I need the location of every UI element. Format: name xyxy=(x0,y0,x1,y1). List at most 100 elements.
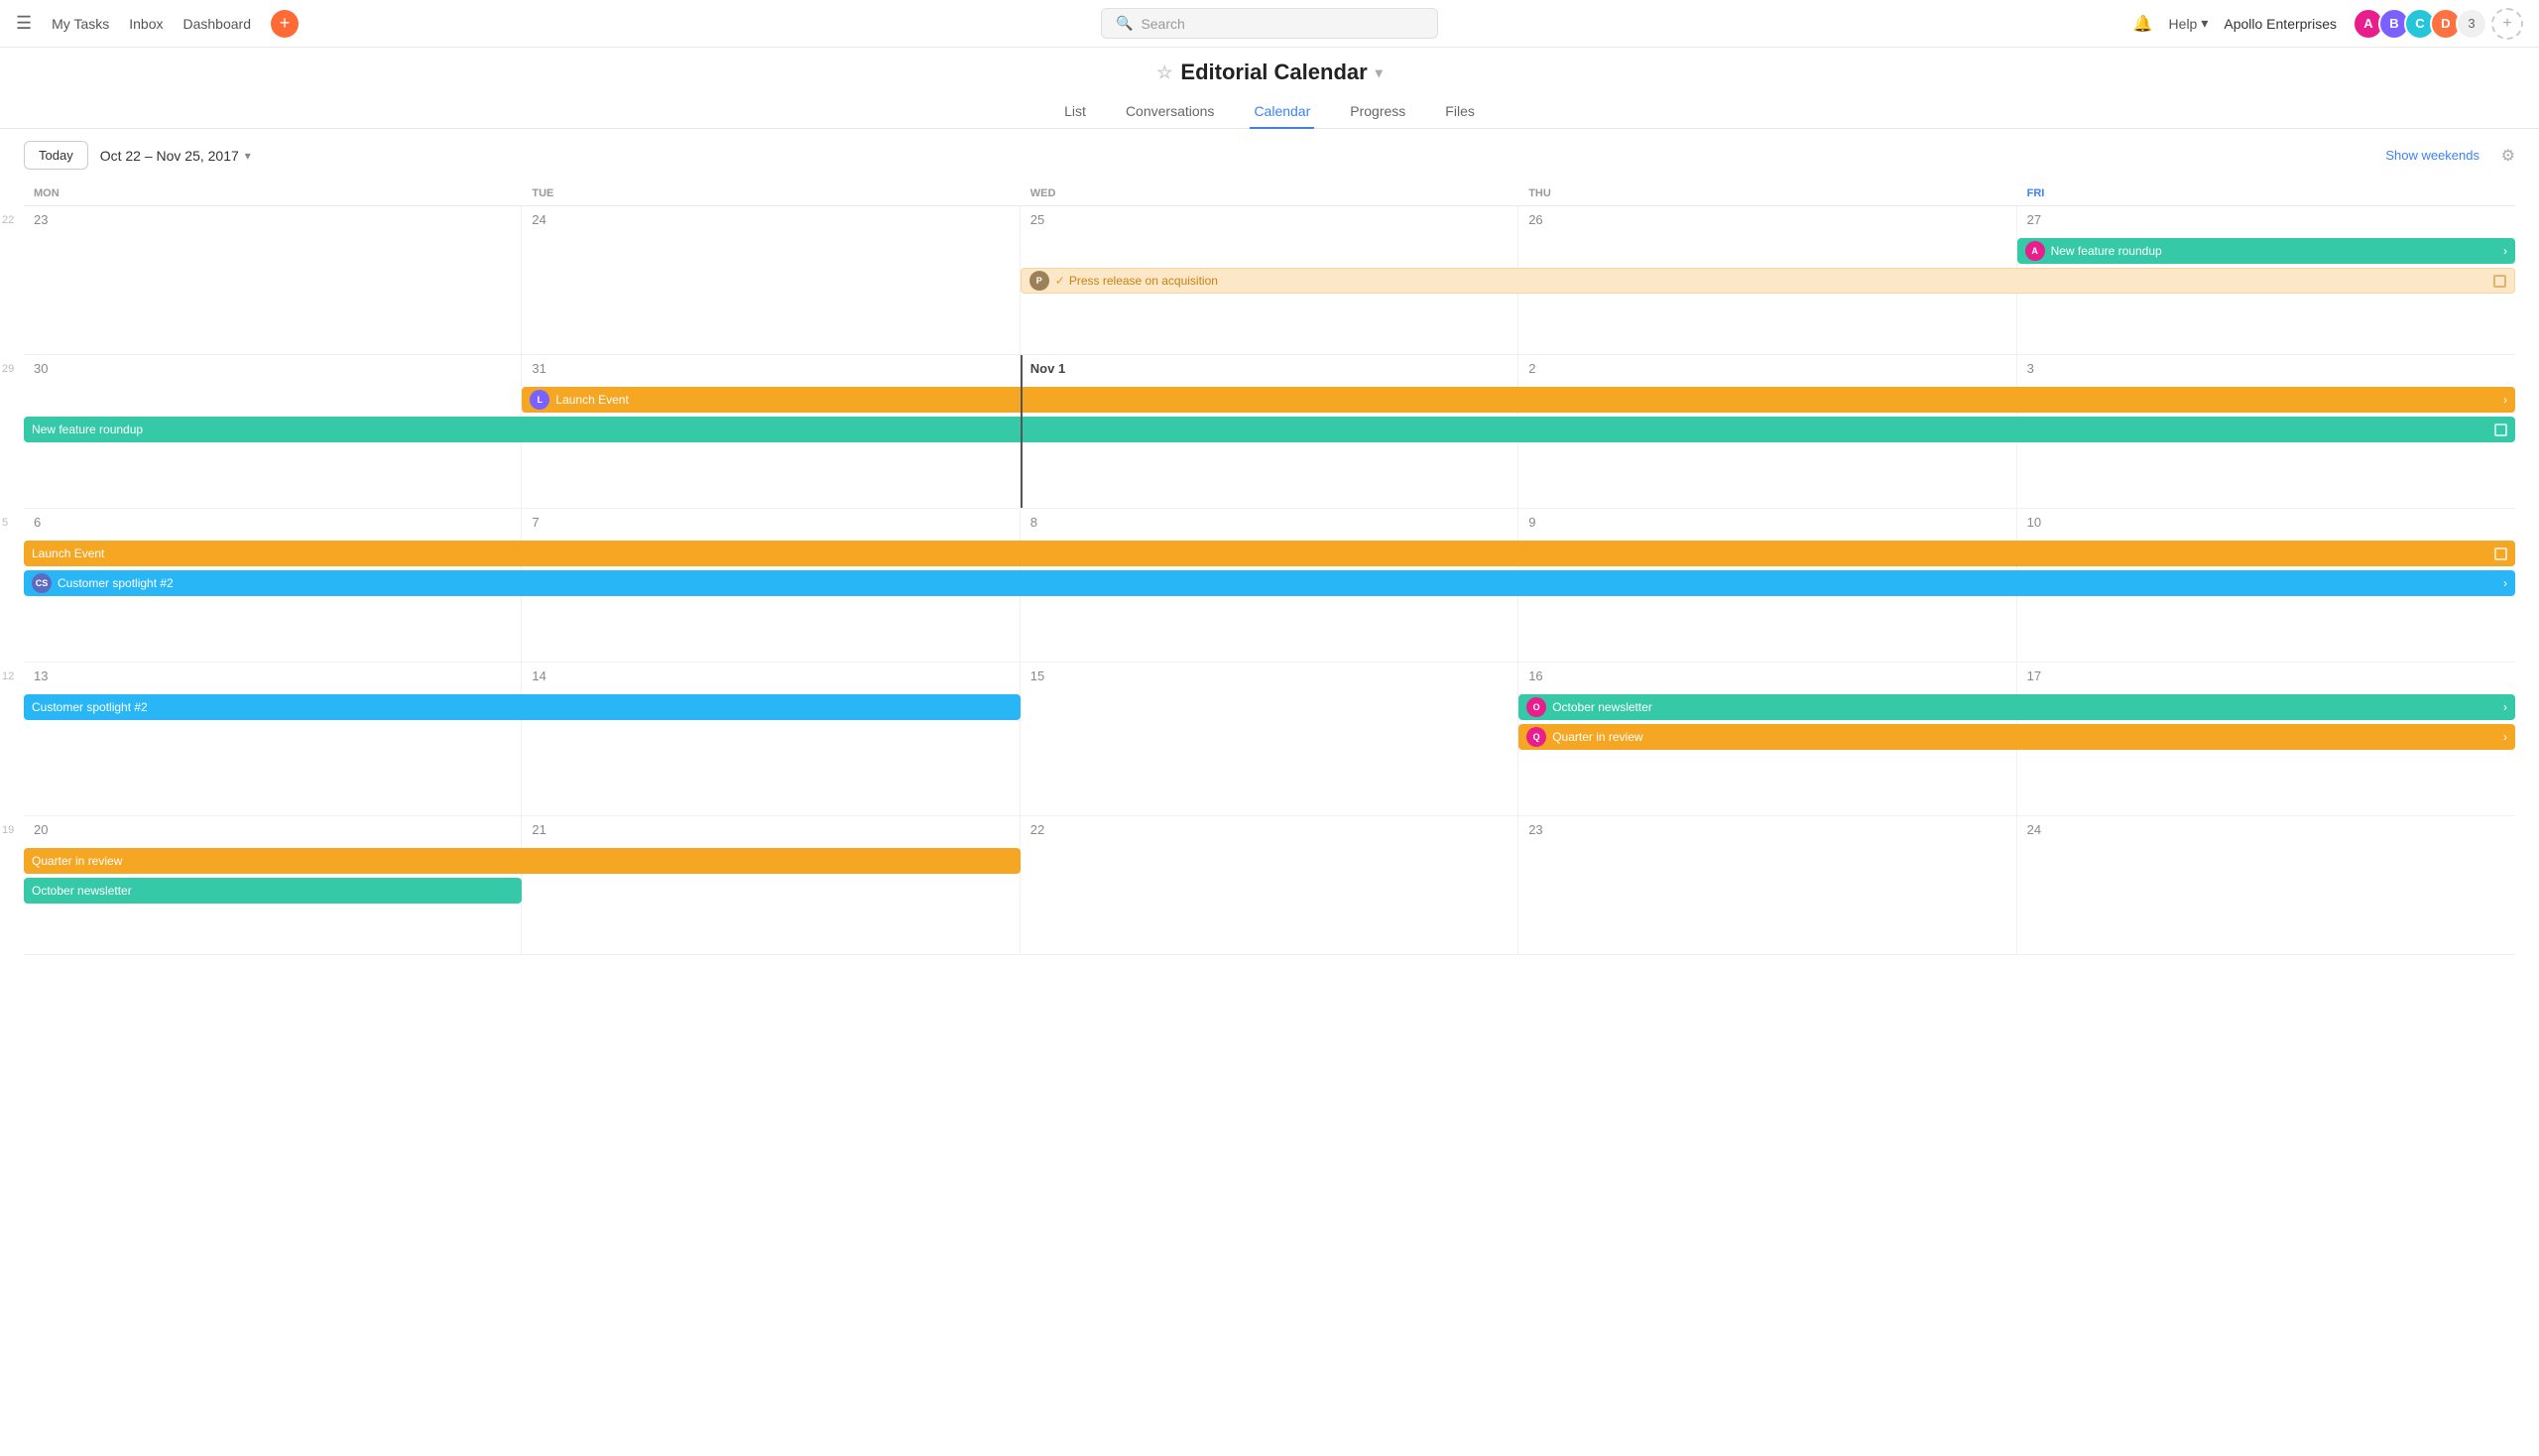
press-release-square-w1 xyxy=(2493,275,2506,288)
tab-list[interactable]: List xyxy=(1060,95,1090,129)
new-feature-roundup-w2[interactable]: New feature roundup xyxy=(24,417,2515,442)
launch-event-w2[interactable]: L Launch Event › xyxy=(522,387,2515,413)
customer-spotlight-avatar-w3: CS xyxy=(32,573,52,593)
project-title-row: ☆ Editorial Calendar ▾ xyxy=(0,60,2539,85)
star-icon[interactable]: ☆ xyxy=(1156,62,1172,83)
week-num-22: 22 xyxy=(2,214,14,226)
october-newsletter-avatar-w4: O xyxy=(1526,697,1546,717)
customer-spotlight-arrow-w3: › xyxy=(2499,576,2507,590)
date-nov1: Nov 1 xyxy=(1025,359,1513,380)
new-feature-square-w2 xyxy=(2494,424,2507,436)
date-10: 10 xyxy=(2021,513,2511,534)
tab-files[interactable]: Files xyxy=(1441,95,1479,129)
week-row-5: 19 20 21 22 23 24 Quarter in review Octo… xyxy=(24,816,2515,955)
new-feature-avatar-w1: A xyxy=(2025,241,2045,261)
date-22-nov: 22 xyxy=(1025,820,1513,841)
launch-event-arrow-w2: › xyxy=(2499,393,2507,407)
new-feature-arrow-w1: › xyxy=(2499,244,2507,258)
nav-left: ☰ My Tasks Inbox Dashboard + xyxy=(16,10,299,38)
header-thu: THU xyxy=(1518,182,2016,205)
my-tasks-link[interactable]: My Tasks xyxy=(52,16,109,32)
customer-spotlight-w4[interactable]: Customer spotlight #2 xyxy=(24,694,1021,720)
press-release-avatar-w1: P xyxy=(1029,271,1049,291)
date-27: 27 xyxy=(2021,210,2511,231)
today-line xyxy=(1021,355,1023,508)
date-7: 7 xyxy=(526,513,1015,534)
customer-spotlight-w3[interactable]: CS Customer spotlight #2 › xyxy=(24,570,2515,596)
date-17: 17 xyxy=(2021,667,2511,687)
date-24: 24 xyxy=(526,210,1015,231)
title-dropdown-icon[interactable]: ▾ xyxy=(1376,64,1383,81)
calendar-container: MON TUE WED THU FRI 22 23 24 25 26 27 xyxy=(0,182,2539,955)
day-22-nov: 22 xyxy=(1021,816,1518,955)
day-21: 21 xyxy=(522,816,1020,955)
launch-event-square-w3 xyxy=(2494,547,2507,560)
week-num-5: 5 xyxy=(2,517,8,529)
avatar-overflow-count[interactable]: 3 xyxy=(2456,8,2487,40)
date-23-nov: 23 xyxy=(1522,820,2011,841)
october-newsletter-w5[interactable]: October newsletter xyxy=(24,878,522,904)
week-row-1: 22 23 24 25 26 27 A New feature roundup … xyxy=(24,206,2515,355)
header-wed: WED xyxy=(1021,182,1518,205)
tab-progress[interactable]: Progress xyxy=(1346,95,1409,129)
customer-spotlight-label-w3: Customer spotlight #2 xyxy=(58,576,174,590)
press-release-w1[interactable]: P ✓ Press release on acquisition xyxy=(1021,268,2515,294)
check-icon-w1: ✓ xyxy=(1055,274,1065,288)
october-newsletter-label-w5: October newsletter xyxy=(32,884,132,898)
october-newsletter-w4[interactable]: O October newsletter › xyxy=(1518,694,2515,720)
date-range-label: Oct 22 – Nov 25, 2017 xyxy=(100,148,239,164)
week-row-3: 5 6 7 8 9 10 Launch Event CS xyxy=(24,509,2515,663)
week-num-19: 19 xyxy=(2,824,14,836)
date-8: 8 xyxy=(1025,513,1513,534)
tab-conversations[interactable]: Conversations xyxy=(1122,95,1219,129)
october-newsletter-arrow-w4: › xyxy=(2499,700,2507,714)
avatar-group: A B C D 3 + xyxy=(2353,8,2523,40)
inbox-link[interactable]: Inbox xyxy=(129,16,163,32)
customer-spotlight-label-w4: Customer spotlight #2 xyxy=(32,700,148,714)
date-24: 24 xyxy=(2021,820,2511,841)
help-menu[interactable]: Help ▾ xyxy=(2169,15,2209,32)
date-3: 3 xyxy=(2021,359,2511,380)
october-newsletter-label-w4: October newsletter xyxy=(1552,700,1652,714)
launch-event-label-w2: Launch Event xyxy=(555,393,628,407)
project-header: ☆ Editorial Calendar ▾ List Conversation… xyxy=(0,48,2539,129)
day-24: 24 xyxy=(522,206,1020,355)
date-range-picker[interactable]: Oct 22 – Nov 25, 2017 ▾ xyxy=(100,148,251,164)
help-chevron-icon: ▾ xyxy=(2201,15,2208,32)
calendar-settings-icon[interactable]: ⚙ xyxy=(2501,146,2515,166)
date-range-chevron-icon: ▾ xyxy=(245,149,251,163)
date-14: 14 xyxy=(526,667,1015,687)
calendar-toolbar: Today Oct 22 – Nov 25, 2017 ▾ Show weeke… xyxy=(0,129,2539,182)
launch-event-w3[interactable]: Launch Event xyxy=(24,541,2515,566)
search-icon: 🔍 xyxy=(1116,15,1133,32)
launch-event-label-w3: Launch Event xyxy=(32,546,104,560)
new-feature-label-w2: New feature roundup xyxy=(32,423,143,436)
bell-icon[interactable]: 🔔 xyxy=(2133,14,2153,34)
date-25: 25 xyxy=(1025,210,1513,231)
press-release-label-w1: Press release on acquisition xyxy=(1069,274,1218,288)
workspace-label[interactable]: Apollo Enterprises xyxy=(2224,16,2337,32)
quarter-review-w4[interactable]: Q Quarter in review › xyxy=(1518,724,2515,750)
tab-calendar[interactable]: Calendar xyxy=(1250,95,1314,129)
date-20: 20 xyxy=(28,820,517,841)
search-bar[interactable]: 🔍 Search xyxy=(1101,8,1438,39)
add-member-button[interactable]: + xyxy=(2491,8,2523,40)
search-placeholder: Search xyxy=(1141,16,1184,32)
quarter-review-w5[interactable]: Quarter in review xyxy=(24,848,1021,874)
project-title: Editorial Calendar xyxy=(1180,60,1367,85)
quarter-review-label-w5: Quarter in review xyxy=(32,854,122,868)
date-26: 26 xyxy=(1522,210,2011,231)
day-23: 23 xyxy=(24,206,522,355)
week-row-2: 29 30 31 Nov 1 2 3 L Launch Event xyxy=(24,355,2515,509)
today-button[interactable]: Today xyxy=(24,141,88,170)
launch-event-avatar-w2: L xyxy=(530,390,549,410)
date-23: 23 xyxy=(28,210,517,231)
show-weekends-button[interactable]: Show weekends xyxy=(2385,148,2479,163)
week-num-12: 12 xyxy=(2,670,14,682)
new-feature-roundup-w1[interactable]: A New feature roundup › xyxy=(2017,238,2515,264)
day-14: 14 xyxy=(522,663,1020,816)
dashboard-link[interactable]: Dashboard xyxy=(182,16,251,32)
add-button[interactable]: + xyxy=(271,10,299,38)
hamburger-icon[interactable]: ☰ xyxy=(16,13,32,34)
date-2: 2 xyxy=(1522,359,2011,380)
